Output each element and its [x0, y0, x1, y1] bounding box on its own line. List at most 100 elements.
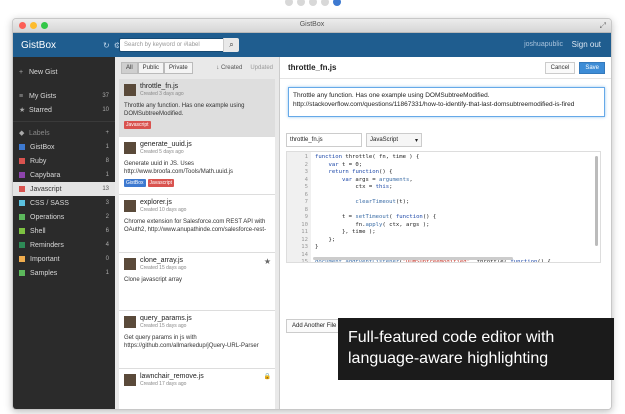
label-tag[interactable]: Javascript — [147, 179, 175, 187]
sidebar-label-item[interactable]: Reminders 4 — [13, 238, 115, 252]
file-section: throttle_fn.js JavaScript ▾ 1 2 3 4 5 6 7 8 9 10 1… — [286, 133, 601, 263]
gist-list-item[interactable]: generate_uuid.js Created 5 days ago Genera… — [119, 137, 275, 195]
sidebar-item-my-gists[interactable]: ≡ My Gists 37 — [13, 89, 115, 103]
description-textarea[interactable]: Throttle any function. Has one example u… — [288, 87, 605, 117]
code-line: function throttle( fn, time ) { — [315, 154, 420, 160]
gist-list-item[interactable]: throttle_fn.js Created 3 days ago Throttle… — [119, 79, 275, 137]
avatar — [124, 84, 136, 96]
gist-list-item[interactable]: query_params.js Created 15 days ago Get qu… — [119, 311, 275, 369]
label-color-swatch — [19, 200, 25, 206]
code-line: t = setTimeout( function() { — [315, 214, 437, 220]
sidebar-label-item[interactable]: Shell 6 — [13, 224, 115, 238]
filter-public-button[interactable]: Public — [137, 62, 165, 74]
gist-description: Get query params in js with https://gith… — [124, 335, 259, 349]
title-bar: GistBox ⤢ — [13, 19, 611, 33]
chevron-down-icon: ▾ — [414, 138, 418, 144]
gist-description: Chrome extension for Salesforce.com REST… — [124, 219, 267, 233]
line-number: 12 — [301, 236, 308, 243]
save-button[interactable]: Save — [579, 61, 605, 74]
label-tag[interactable]: GistBox — [124, 179, 146, 187]
refresh-icon[interactable]: ↻ — [103, 41, 110, 50]
line-number: 5 — [304, 184, 308, 190]
filename-input[interactable]: throttle_fn.js — [286, 133, 362, 147]
code-line: ctx = this; — [315, 184, 393, 190]
plus-icon: + — [19, 68, 24, 76]
line-number: 1 — [304, 154, 308, 160]
sidebar-label-item[interactable]: Javascript 13 — [13, 182, 115, 196]
sidebar-label-item[interactable]: Samples 1 — [13, 266, 115, 280]
user-name[interactable]: joshuapublic — [524, 41, 563, 48]
gist-description: Generate uuid in JS. Uses http://www.bro… — [124, 161, 234, 175]
sidebar-label-item[interactable]: CSS / SASS 3 — [13, 196, 115, 210]
sidebar-label-item[interactable]: Important 0 — [13, 252, 115, 266]
gist-name: throttle_fn.js — [140, 83, 179, 90]
cancel-button[interactable]: Cancel — [544, 61, 576, 74]
gist-description: Throttle any function. Has one example u… — [124, 103, 245, 117]
sidebar-label-item[interactable]: Ruby 8 — [13, 154, 115, 168]
gist-date: Created 15 days ago — [140, 265, 187, 271]
label-color-swatch — [19, 270, 25, 276]
horizontal-scrollbar[interactable] — [313, 257, 513, 260]
line-number: 13 — [301, 244, 308, 250]
gist-list-item[interactable]: lawnchair_remove.js Created 17 days ago 🔒 — [119, 369, 275, 409]
pager-dots — [0, 0, 625, 12]
gist-name: clone_array.js — [140, 257, 184, 264]
search-button[interactable]: ⌕ — [223, 38, 239, 52]
line-number: 14 — [301, 251, 308, 258]
gist-list: All Public Private ↓ Created Updated thr… — [115, 57, 280, 409]
pager-dot[interactable] — [320, 0, 329, 6]
pager-dot[interactable] — [332, 0, 341, 6]
filter-all-button[interactable]: All — [121, 62, 138, 74]
gist-date: Created 3 days ago — [140, 91, 184, 97]
sidebar-label-item[interactable]: Capybara 1 — [13, 168, 115, 182]
vertical-scrollbar[interactable] — [595, 156, 598, 246]
pager-dot[interactable] — [308, 0, 317, 6]
avatar — [124, 142, 136, 154]
pager-dot[interactable] — [284, 0, 293, 6]
gist-date: Created 10 days ago — [140, 207, 187, 213]
app-header: GistBox ↻ ⚙ Search by keyword or #label … — [13, 33, 611, 57]
language-select[interactable]: JavaScript ▾ — [366, 133, 422, 147]
sidebar-label-item[interactable]: Operations 2 — [13, 210, 115, 224]
add-another-file-button[interactable]: Add Another File — [286, 319, 343, 333]
gist-name: generate_uuid.js — [140, 141, 192, 148]
sidebar-labels-header: ◆ Labels + — [19, 129, 109, 138]
star-icon[interactable]: ★ — [264, 257, 271, 266]
label-color-swatch — [19, 144, 25, 150]
sort-updated-button[interactable]: Updated — [250, 65, 273, 71]
window-title: GistBox — [299, 21, 325, 28]
line-number: 7 — [304, 199, 308, 205]
line-number: 10 — [301, 221, 308, 228]
label-color-swatch — [19, 158, 25, 164]
sort-created-button[interactable]: ↓ Created — [216, 65, 242, 71]
gist-date: Created 15 days ago — [140, 323, 187, 329]
list-icon: ≡ — [19, 92, 24, 100]
gist-list-item[interactable]: clone_array.js Created 15 days ago Clone j… — [119, 253, 275, 311]
code-line: }, time ); — [315, 229, 376, 235]
search-input[interactable]: Search by keyword or #label — [119, 38, 239, 52]
filter-private-button[interactable]: Private — [164, 62, 193, 74]
line-number: 8 — [304, 206, 308, 213]
sign-out-link[interactable]: Sign out — [572, 40, 601, 49]
line-numbers: 12345678910111213141516 — [287, 152, 311, 262]
add-label-icon[interactable]: + — [105, 130, 109, 136]
fullscreen-icon[interactable]: ⤢ — [600, 21, 606, 31]
code-lines: function throttle( fn, time ) { var t = … — [311, 152, 551, 262]
line-number: 15 — [301, 259, 308, 263]
tag-icon: ◆ — [19, 130, 25, 137]
editor-title: throttle_fn.js — [288, 63, 337, 72]
feature-caption: Full-featured code editor with language-… — [338, 318, 614, 380]
lock-icon: 🔒 — [263, 374, 271, 380]
sidebar-item-new-gist[interactable]: + New Gist — [13, 65, 115, 79]
sidebar-item-starred[interactable]: ★ Starred 10 — [13, 103, 115, 117]
sidebar-label-item[interactable]: GistBox 1 — [13, 140, 115, 154]
code-editor[interactable]: 12345678910111213141516 function throttl… — [286, 151, 601, 263]
line-number: 6 — [304, 191, 308, 198]
avatar — [124, 316, 136, 328]
label-color-swatch — [19, 256, 25, 262]
label-tag[interactable]: Javascript — [124, 121, 151, 129]
gist-list-item[interactable]: explorer.js Created 10 days ago Chrome ext… — [119, 195, 275, 253]
pager-dot[interactable] — [296, 0, 305, 6]
